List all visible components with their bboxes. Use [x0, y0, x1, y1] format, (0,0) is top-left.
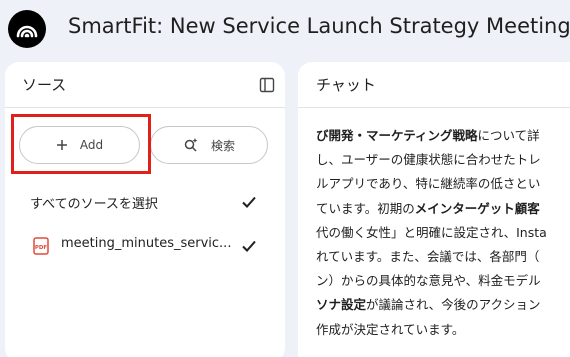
sources-panel-title: ソース — [22, 76, 67, 94]
chat-line: ています。初期のメインターゲット顧客 — [316, 200, 540, 216]
search-button-label: 検索 — [210, 138, 235, 153]
chat-line: 作成が決定されています。 — [316, 321, 465, 337]
pdf-file-icon: PDF — [33, 237, 49, 255]
chat-panel-header: チャット — [298, 62, 570, 108]
source-item-checkbox[interactable] — [240, 237, 258, 255]
chat-line: び開発・マーケティング戦略について詳 — [316, 128, 540, 143]
top-bar: SmartFit: New Service Launch Strategy Me… — [0, 0, 570, 58]
chat-line: れています。また、会議では、各部門（ — [316, 248, 540, 264]
select-all-sources-label: すべてのソースを選択 — [30, 196, 158, 212]
discover-sources-button[interactable]: 検索 — [150, 126, 268, 164]
notebook-logo-icon — [16, 25, 38, 38]
chat-panel: チャット び開発・マーケティング戦略について詳 し、ユーザーの健康状態に合わせた… — [298, 62, 570, 357]
search-sparkle-icon — [184, 138, 198, 152]
chat-line: 代の働く女性」と明確に設定され、Insta — [316, 224, 547, 240]
select-all-checkbox[interactable] — [240, 193, 258, 211]
highlight-annotation-box — [11, 114, 151, 174]
svg-text:PDF: PDF — [35, 245, 48, 251]
chat-line: ルアプリであり、特に継続率の低さとい — [316, 176, 541, 192]
chat-panel-title: チャット — [316, 76, 376, 94]
chat-line: ソナ設定が議論され、今後のアクション — [316, 297, 541, 313]
sources-panel-header: ソース — [5, 62, 285, 108]
app-logo[interactable] — [8, 10, 46, 48]
chat-line: ン）からの具体的な意見や、料金モデル — [316, 273, 541, 289]
chat-line: し、ユーザーの健康状態に合わせたトレ — [316, 152, 541, 168]
chat-response-text: び開発・マーケティング戦略について詳 し、ユーザーの健康状態に合わせたトレ ルア… — [316, 124, 570, 342]
app-title: SmartFit: New Service Launch Strategy Me… — [68, 14, 570, 38]
collapse-panel-icon[interactable] — [259, 77, 275, 93]
source-item-name[interactable]: meeting_minutes_servic... — [61, 236, 231, 251]
